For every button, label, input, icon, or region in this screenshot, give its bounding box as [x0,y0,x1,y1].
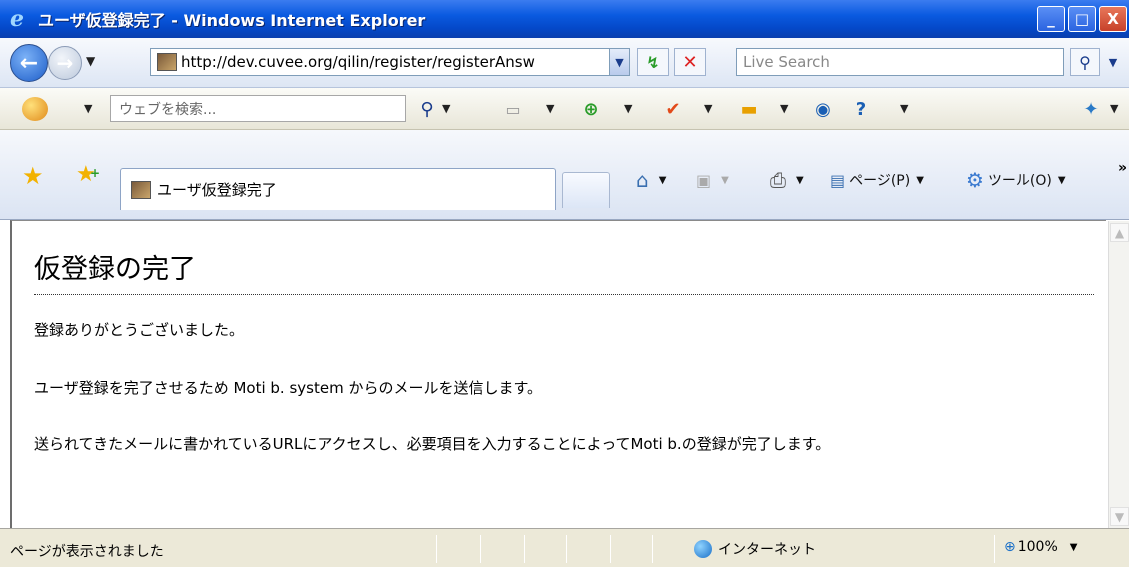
tools-menu[interactable]: ⚙ ツール(O) ▼ [966,166,1066,194]
zoom-icon: ⊕ [1004,539,1016,555]
magnifier-icon[interactable]: ⚲ [414,96,440,122]
status-divider [566,535,567,563]
chevron-down-icon[interactable]: ▼ [624,102,632,115]
chevron-down-icon[interactable]: ▼ [442,102,450,115]
zoom-level: 100% [1017,539,1058,555]
web-search-input[interactable]: ウェブを検索... [110,95,406,122]
address-input[interactable]: http://dev.cuvee.org/qilin/register/regi… [150,48,630,76]
globe-icon [694,540,712,558]
tab-label: ユーザ仮登録完了 [157,181,277,199]
refresh-icon: ↯ [646,52,660,72]
chevron-down-icon: ▼ [658,174,667,186]
chevron-down-icon[interactable]: ▼ [1110,102,1118,115]
security-zone[interactable]: インターネット [694,539,816,559]
zone-label: インターネット [718,542,816,558]
window-title: ユーザ仮登録完了 - Windows Internet Explorer [38,11,426,30]
scroll-down-icon[interactable]: ▼ [1110,507,1129,526]
chevron-down-icon: ▼ [721,174,729,186]
page-icon: ▤ [830,170,846,190]
chevron-down-icon: ▼ [1057,174,1066,186]
paragraph-mail-notice: ユーザ登録を完了させるため Moti b. system からのメールを送信しま… [34,379,542,397]
page-favicon-icon [131,180,151,199]
help-icon[interactable]: ? [848,96,874,122]
chevron-down-icon: ▼ [796,174,804,186]
history-dropdown-icon[interactable]: ▼ [86,54,95,68]
gear-icon: ⚙ [966,168,984,192]
stop-icon: ✕ [682,51,698,73]
chevron-down-icon[interactable]: ▼ [780,102,788,115]
chevron-down-icon[interactable]: ▼ [609,49,629,75]
page-content: 仮登録の完了 登録ありがとうございました。 ユーザ登録を完了させるため Moti… [10,220,1106,528]
chevron-down-icon[interactable]: ▼ [900,102,908,115]
toolbar-logo-icon[interactable] [22,97,48,121]
options-icon[interactable]: ✦ [1078,96,1104,122]
refresh-button[interactable]: ↯ [637,48,669,76]
new-tab-button[interactable] [562,172,610,208]
search-toolbar: ▼ ウェブを検索... ⚲ ▼ ▭ ▼ ⊕ ▼ ✔ ▼ ▬ ▼ ◉ ? ▼ ✦ … [0,88,1129,130]
status-divider [436,535,437,563]
back-arrow-icon: ← [19,50,39,76]
vertical-scrollbar[interactable]: ▲ ▼ [1108,221,1129,528]
maximize-button[interactable]: □ [1068,6,1096,32]
live-search-input[interactable]: Live Search [736,48,1064,76]
status-divider [480,535,481,563]
rss-icon: ▣ [696,170,712,190]
page-menu[interactable]: ▤ ページ(P) ▼ [830,166,924,194]
search-options-icon[interactable]: ▼ [1102,48,1124,76]
print-button[interactable]: ⎙ ▼ [770,166,804,194]
ie-icon: e [10,6,24,32]
favorites-star-icon[interactable]: ★ [22,162,44,190]
status-divider [610,535,611,563]
add-favorite-icon[interactable]: ★ + [76,162,100,187]
plus-icon[interactable]: ⊕ [578,96,604,122]
messenger-icon[interactable]: ◉ [810,96,836,122]
zoom-control[interactable]: ⊕ 100% ▼ [1004,539,1077,555]
status-text: ページが表示されました [10,544,164,560]
title-bar: e ユーザ仮登録完了 - Windows Internet Explorer _… [0,0,1129,38]
window-controls: _ □ X [1037,6,1127,32]
chevron-down-icon[interactable]: ▼ [546,102,554,115]
chevron-down-icon[interactable]: ▼ [704,102,712,115]
status-divider [994,535,995,563]
live-search-placeholder: Live Search [743,53,830,71]
home-icon: ⌂ [636,168,649,192]
status-divider [524,535,525,563]
butterfly-icon[interactable]: ✔ [660,96,686,122]
page-heading: 仮登録の完了 [34,247,1094,295]
tools-menu-label: ツール(O) [987,173,1052,189]
page-menu-label: ページ(P) [849,173,911,189]
flag-icon[interactable]: ▬ [736,96,762,122]
chevron-down-icon[interactable]: ▼ [84,102,92,115]
status-bar: ページが表示されました インターネット ⊕ 100% ▼ [0,528,1129,567]
paragraph-thanks: 登録ありがとうございました。 [34,321,245,339]
close-button[interactable]: X [1099,6,1127,32]
page-favicon-icon [157,53,177,71]
search-button[interactable]: ⚲ [1070,48,1100,76]
chevron-down-icon: ▼ [916,174,924,186]
url-text[interactable]: http://dev.cuvee.org/qilin/register/regi… [181,53,609,71]
feeds-button[interactable]: ▣ ▼ [696,166,729,194]
magnifier-icon: ⚲ [1079,52,1091,72]
tab-active[interactable]: ユーザ仮登録完了 [120,168,556,210]
forward-button[interactable]: → [48,46,82,80]
web-search-placeholder: ウェブを検索... [119,101,217,118]
window-icon[interactable]: ▭ [500,96,526,122]
address-toolbar: ← → ▼ http://dev.cuvee.org/qilin/registe… [0,38,1129,88]
stop-button[interactable]: ✕ [674,48,706,76]
printer-icon: ⎙ [770,168,786,192]
back-button[interactable]: ← [10,44,48,82]
scroll-up-icon[interactable]: ▲ [1110,223,1129,242]
chevron-down-icon: ▼ [1069,541,1078,553]
home-button[interactable]: ⌂ ▼ [636,166,666,194]
status-divider [652,535,653,563]
paragraph-instructions: 送られてきたメールに書かれているURLにアクセスし、必要項目を入力することによっ… [34,435,831,453]
forward-arrow-icon: → [56,51,74,75]
minimize-button[interactable]: _ [1037,6,1065,32]
tab-bar: ★ ★ + ユーザ仮登録完了 ⌂ ▼ ▣ ▼ ⎙ ▼ ▤ ページ(P) ▼ ⚙ ツール(O) ▼… [0,130,1129,220]
more-commands-icon[interactable]: » [1118,160,1127,176]
